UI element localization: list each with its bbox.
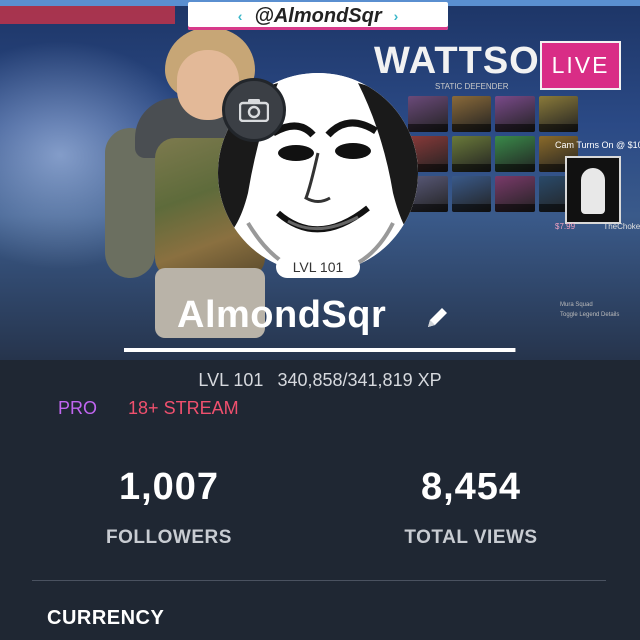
section-divider <box>32 580 606 581</box>
change-banner-button[interactable] <box>222 78 286 142</box>
xp-progress-bar <box>124 348 516 352</box>
pencil-icon[interactable] <box>424 305 450 331</box>
chevron-right-icon: › <box>393 8 399 24</box>
lobby-footer-line: Toggle Legend Details <box>560 312 620 318</box>
followers-stat[interactable]: 1,007 FOLLOWERS <box>44 466 294 549</box>
cam-amount: $7.99 <box>555 222 576 231</box>
total-views-stat: 8,454 TOTAL VIEWS <box>346 466 596 549</box>
camera-icon <box>239 99 269 122</box>
level-xp-row: LVL 101 340,858/341,819 XP <box>0 370 640 391</box>
banner-corner-chip <box>0 6 175 24</box>
followers-label: FOLLOWERS <box>106 527 232 548</box>
legend-subtitle: STATIC DEFENDER <box>435 82 509 91</box>
chevron-left-icon: ‹ <box>237 8 243 24</box>
cam-caption: $7.99 TheChoke <box>555 222 640 231</box>
currency-section-title: CURRENCY <box>47 607 165 629</box>
xp-progress-fill <box>124 348 515 352</box>
handle-text: @AlmondSqr <box>254 4 382 27</box>
mature-stream-badge: 18+ STREAM <box>128 398 239 418</box>
legend-tile <box>495 176 535 212</box>
legend-tile <box>408 96 448 132</box>
username: AlmondSqr <box>177 294 387 336</box>
total-views-label: TOTAL VIEWS <box>404 527 538 548</box>
profile-tags: PRO 18+ STREAM <box>58 398 239 419</box>
legend-tile <box>495 136 535 172</box>
legend-tile <box>451 96 491 132</box>
pro-badge: PRO <box>58 398 98 418</box>
legend-tile <box>451 176 491 212</box>
lobby-footer: Mura Squad Toggle Legend Details <box>560 300 619 320</box>
cam-prompt: Cam Turns On @ $10 <box>555 140 640 150</box>
level-text: LVL 101 <box>198 370 264 390</box>
live-badge: LIVE <box>540 41 621 90</box>
lobby-footer-line: Mura Squad <box>560 302 593 308</box>
legend-grid <box>408 96 578 246</box>
webcam-thumbnail <box>565 156 621 224</box>
legend-tile <box>538 96 578 132</box>
legend-tile <box>451 136 491 172</box>
cam-name: TheChoke <box>603 222 640 231</box>
legend-tile <box>495 96 535 132</box>
followers-count: 1,007 <box>118 466 220 508</box>
xp-text: 340,858/341,819 XP <box>277 370 442 390</box>
total-views-count: 8,454 <box>420 466 522 508</box>
handle-banner: ‹ @AlmondSqr › <box>188 2 448 30</box>
avatar-level-pill: LVL 101 <box>276 256 360 278</box>
